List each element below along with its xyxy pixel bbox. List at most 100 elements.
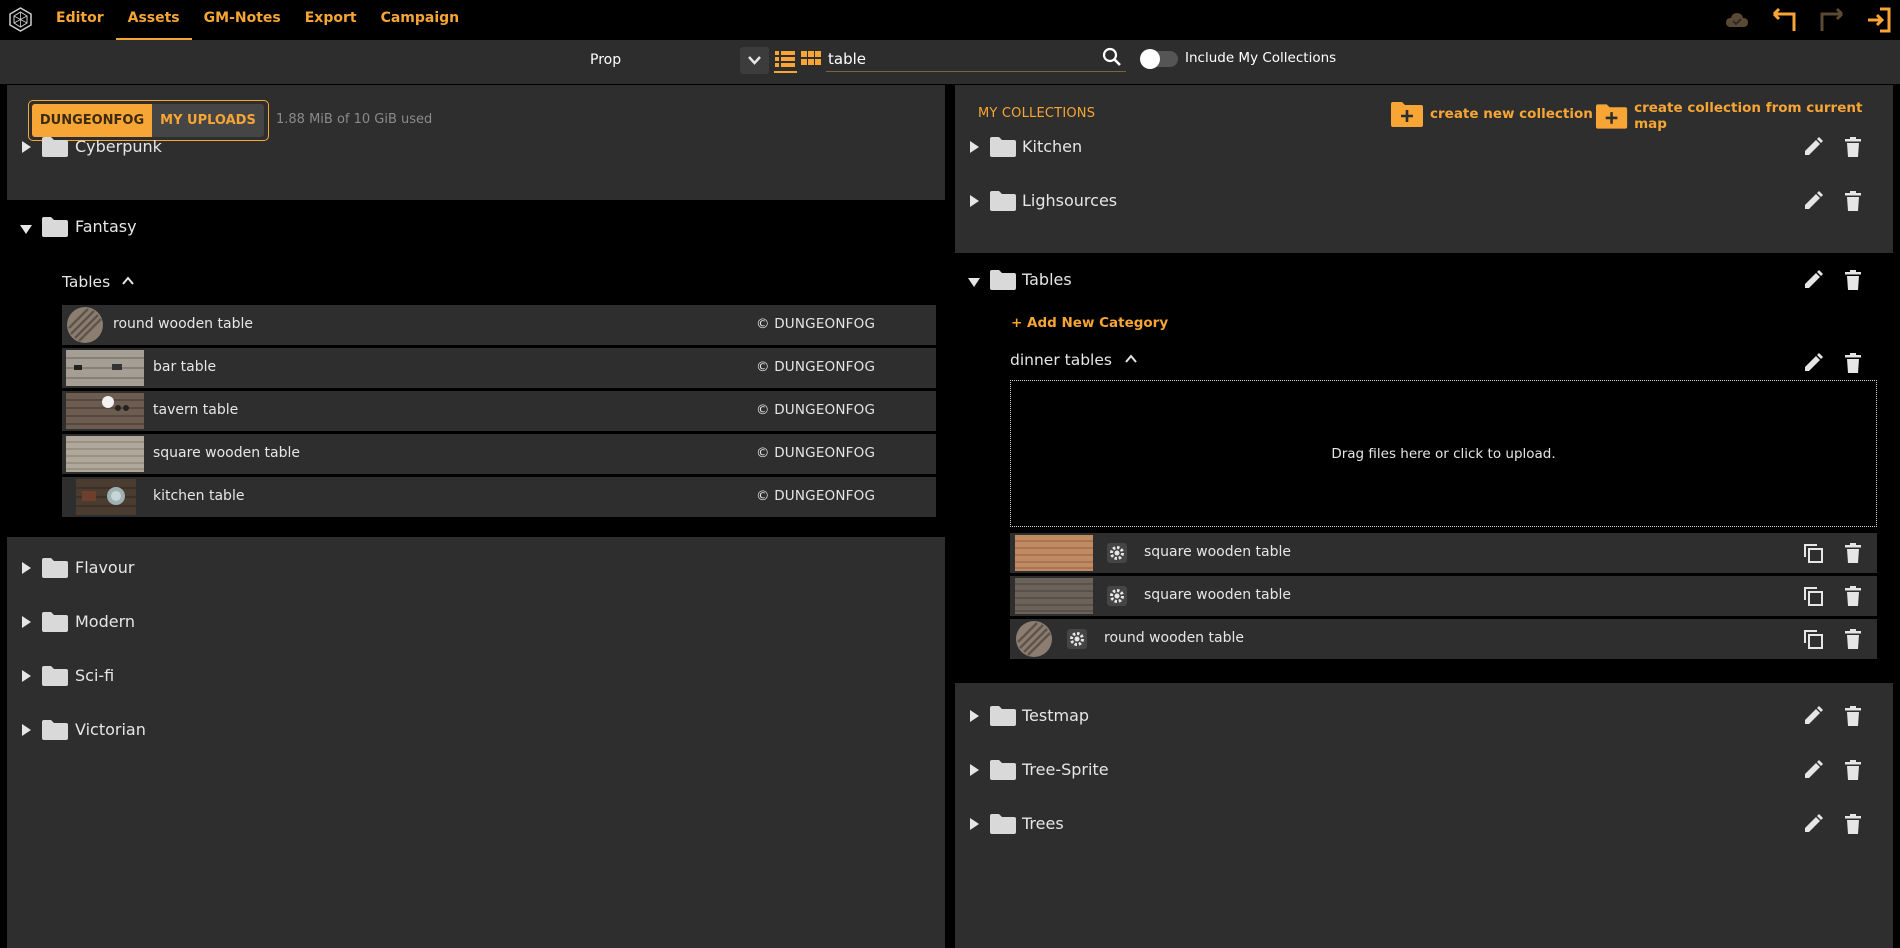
trash-icon[interactable] — [1842, 352, 1864, 374]
asset-row[interactable]: kitchen table © DUNGEONFOG — [62, 477, 936, 517]
toggle-knob — [1140, 49, 1160, 69]
plus-icon: + — [1011, 315, 1028, 331]
asset-copyright: © DUNGEONFOG — [756, 359, 876, 375]
asset-name: square wooden table — [1144, 544, 1292, 560]
upload-dropzone[interactable]: Drag files here or click to upload. — [1010, 380, 1877, 527]
collection-row-trees[interactable]: Trees — [955, 797, 1893, 851]
collection-row-testmap[interactable]: Testmap — [955, 689, 1893, 743]
dungeonfog-logo-icon[interactable] — [8, 7, 33, 32]
menu-gm-notes[interactable]: GM-Notes — [192, 0, 293, 40]
trash-icon[interactable] — [1842, 705, 1864, 727]
add-new-category-label: Add New Category — [1027, 315, 1169, 331]
asset-name: bar table — [153, 359, 217, 375]
trash-icon[interactable] — [1842, 759, 1864, 781]
cloud-sync-icon[interactable] — [1724, 9, 1750, 31]
list-view-underline — [774, 71, 797, 73]
folder-icon — [990, 191, 1016, 211]
duplicate-icon[interactable] — [1802, 542, 1824, 564]
edit-icon[interactable] — [1802, 136, 1824, 158]
trash-icon[interactable] — [1842, 136, 1864, 158]
collection-asset-row[interactable]: square wooden table — [1010, 576, 1877, 616]
folder-icon — [990, 760, 1016, 780]
chevron-right-icon — [970, 710, 979, 722]
chevron-down-icon — [20, 225, 32, 234]
include-collections-toggle[interactable] — [1140, 49, 1178, 69]
folder-name: Sci-fi — [75, 666, 115, 685]
folder-row-sci-fi[interactable]: Sci-fi — [7, 649, 945, 703]
collection-name: Trees — [1022, 814, 1064, 833]
folder-icon — [42, 217, 68, 237]
trash-icon[interactable] — [1842, 542, 1864, 564]
search-input[interactable] — [826, 46, 1126, 72]
category-tables-label[interactable]: Tables — [62, 273, 110, 291]
collection-row-tree-sprite[interactable]: Tree-Sprite — [955, 743, 1893, 797]
asset-row[interactable]: square wooden table © DUNGEONFOG — [62, 434, 936, 474]
collection-name: Kitchen — [1022, 137, 1083, 156]
folder-icon — [990, 137, 1016, 157]
chevron-down-icon — [748, 56, 761, 65]
folder-icon — [42, 612, 68, 632]
collection-row-lighsources[interactable]: Lighsources — [955, 174, 1893, 228]
asset-row[interactable]: round wooden table © DUNGEONFOG — [62, 305, 936, 345]
edit-icon[interactable] — [1802, 705, 1824, 727]
trash-icon[interactable] — [1842, 813, 1864, 835]
redo-icon[interactable] — [1818, 6, 1846, 34]
collection-asset-row[interactable]: square wooden table — [1010, 533, 1877, 573]
asset-name: square wooden table — [153, 445, 301, 461]
folder-row-victorian[interactable]: Victorian — [7, 703, 945, 757]
duplicate-icon[interactable] — [1802, 585, 1824, 607]
menu-campaign[interactable]: Campaign — [369, 0, 472, 40]
trash-icon[interactable] — [1842, 628, 1864, 650]
exit-icon[interactable] — [1866, 6, 1892, 34]
include-collections-label: Include My Collections — [1185, 50, 1337, 66]
folder-name: Fantasy — [75, 217, 137, 236]
settings-gear-icon[interactable] — [1067, 629, 1087, 649]
folder-row-flavour[interactable]: Flavour — [7, 541, 945, 595]
chevron-right-icon — [22, 141, 31, 153]
chevron-up-icon[interactable] — [121, 275, 135, 287]
edit-icon[interactable] — [1802, 352, 1824, 374]
menu-export[interactable]: Export — [293, 0, 369, 40]
folder-icon — [42, 558, 68, 578]
chevron-up-icon[interactable] — [1124, 353, 1138, 365]
top-actions — [1724, 6, 1892, 34]
asset-type-dropdown[interactable] — [740, 47, 769, 74]
menu-assets[interactable]: Assets — [115, 0, 192, 40]
folder-row-modern[interactable]: Modern — [7, 595, 945, 649]
trash-icon[interactable] — [1842, 190, 1864, 212]
undo-icon[interactable] — [1770, 6, 1798, 34]
collection-asset-row[interactable]: round wooden table — [1010, 619, 1877, 659]
trash-icon[interactable] — [1842, 585, 1864, 607]
collection-row-kitchen[interactable]: Kitchen — [955, 120, 1893, 174]
collection-row-tables[interactable]: Tables — [955, 253, 1893, 307]
edit-icon[interactable] — [1802, 190, 1824, 212]
round-wooden-table-thumbnail — [67, 307, 103, 343]
bar-table-thumbnail — [66, 350, 144, 386]
my-collections-panel: MY COLLECTIONS create new collection cre… — [955, 85, 1893, 948]
list-view-icon[interactable] — [774, 48, 796, 70]
collection-name: Testmap — [1022, 706, 1090, 725]
search-icon[interactable] — [1102, 47, 1122, 67]
settings-gear-icon[interactable] — [1107, 586, 1127, 606]
settings-gear-icon[interactable] — [1107, 543, 1127, 563]
asset-row[interactable]: bar table © DUNGEONFOG — [62, 348, 936, 388]
my-collections-title: MY COLLECTIONS — [978, 106, 1096, 121]
edit-icon[interactable] — [1802, 813, 1824, 835]
category-dinner-tables-label[interactable]: dinner tables — [1010, 351, 1112, 369]
asset-row[interactable]: tavern table © DUNGEONFOG — [62, 391, 936, 431]
folder-icon — [990, 706, 1016, 726]
menu-editor[interactable]: Editor — [44, 0, 116, 40]
edit-icon[interactable] — [1802, 269, 1824, 291]
main-menu: Editor Assets GM-Notes Export Campaign — [44, 0, 471, 40]
folder-row-fantasy[interactable]: Fantasy — [7, 200, 945, 254]
edit-icon[interactable] — [1802, 759, 1824, 781]
folder-row-cyberpunk[interactable]: Cyberpunk — [7, 120, 945, 174]
chevron-right-icon — [970, 764, 979, 776]
trash-icon[interactable] — [1842, 269, 1864, 291]
add-new-category-button[interactable]: + Add New Category — [1011, 315, 1168, 331]
duplicate-icon[interactable] — [1802, 628, 1824, 650]
asset-copyright: © DUNGEONFOG — [756, 316, 876, 332]
square-wooden-table-thumbnail — [1015, 578, 1093, 614]
grid-view-icon[interactable] — [800, 48, 822, 70]
chevron-right-icon — [970, 818, 979, 830]
